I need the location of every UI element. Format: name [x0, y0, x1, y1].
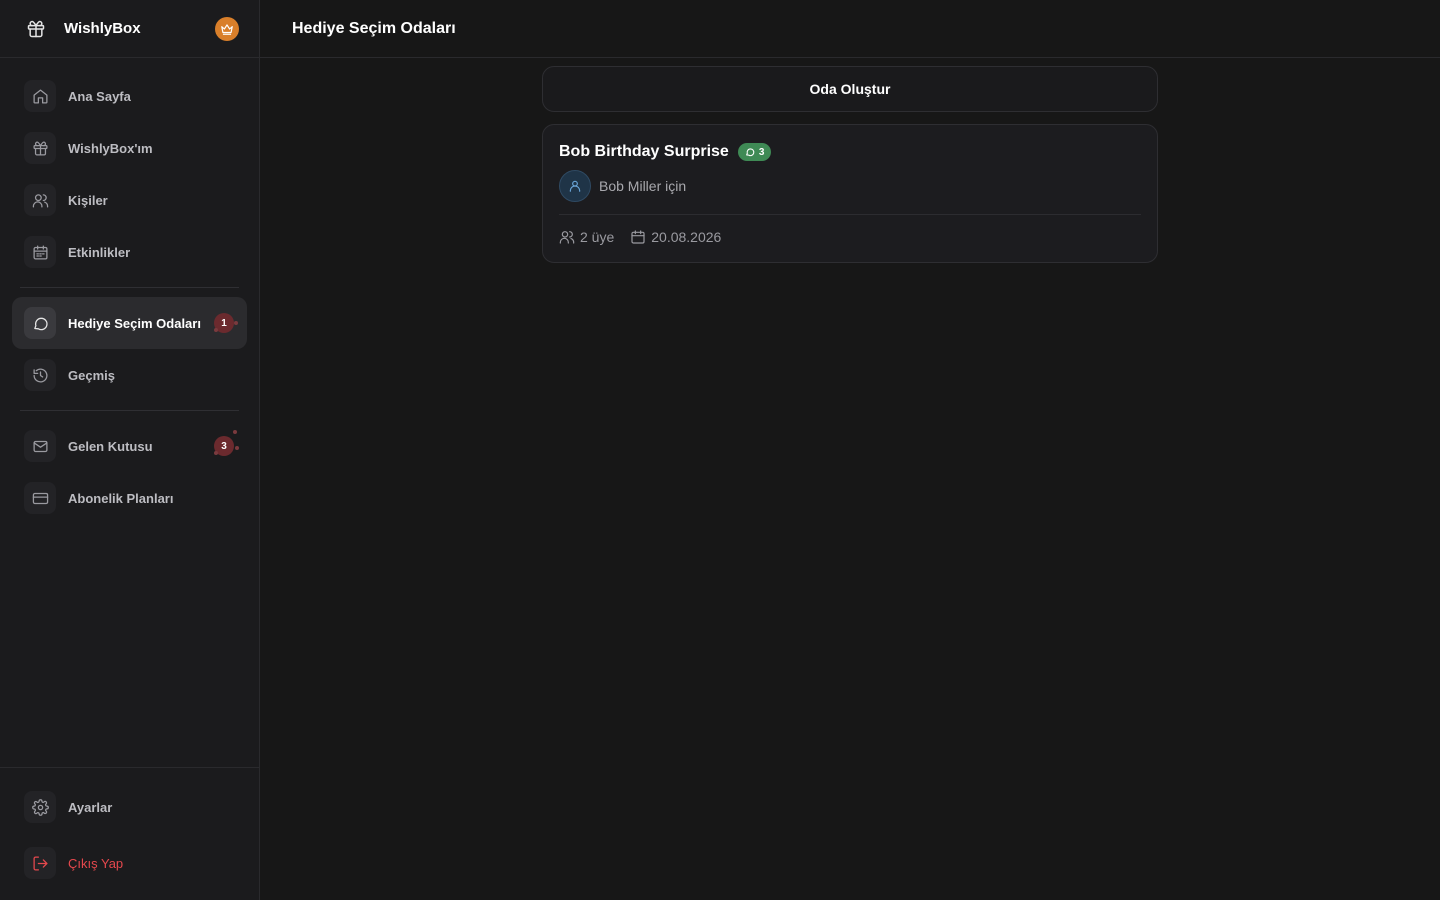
calendar-icon [631, 230, 645, 244]
crown-icon[interactable] [215, 17, 239, 41]
sidebar-nav-main: Ana Sayfa WishlyBox'ım Kişiler Etkinlikl… [12, 70, 247, 524]
badge-sparkle [235, 446, 239, 450]
user-avatar-icon [559, 170, 591, 202]
chat-icon [24, 307, 56, 339]
sidebar-item-label: Hediye Seçim Odaları [68, 315, 201, 331]
sidebar-item-gift-rooms[interactable]: Hediye Seçim Odaları 1 [12, 297, 247, 349]
badge-sparkle [214, 451, 218, 455]
sidebar-item-settings[interactable]: Ayarlar [12, 781, 247, 833]
credit-card-icon [24, 482, 56, 514]
room-date: 20.08.2026 [630, 229, 721, 245]
sidebar-divider [20, 410, 239, 411]
sidebar-bottom: Ayarlar Çıkış Yap [0, 767, 259, 889]
main-content: Oda Oluştur Bob Birthday Surprise 3 Bob … [542, 66, 1158, 263]
page-title: Hediye Seçim Odaları [292, 19, 456, 37]
calendar-icon [24, 236, 56, 268]
sidebar-item-contacts[interactable]: Kişiler [12, 174, 247, 226]
sidebar-item-label: Ayarlar [68, 799, 113, 815]
sidebar-item-label: Gelen Kutusu [68, 438, 153, 454]
card-divider [559, 214, 1141, 215]
sidebar-item-label: Kişiler [68, 192, 108, 208]
room-card[interactable]: Bob Birthday Surprise 3 Bob Miller için … [542, 124, 1158, 263]
chat-bubble-icon [745, 148, 755, 157]
sidebar-item-label: Abonelik Planları [68, 490, 174, 506]
sidebar-item-wishlybox[interactable]: WishlyBox'ım [12, 122, 247, 174]
gift-icon [24, 132, 56, 164]
badge-sparkle [234, 321, 238, 325]
users-icon [559, 231, 575, 244]
message-count-badge: 3 [737, 143, 772, 161]
gear-icon [24, 791, 56, 823]
room-card-header: Bob Birthday Surprise 3 [559, 143, 1141, 161]
badge-sparkle [233, 430, 237, 434]
sidebar-item-events[interactable]: Etkinlikler [12, 226, 247, 278]
room-recipient: Bob Miller için [559, 170, 1141, 202]
sidebar-item-inbox[interactable]: Gelen Kutusu 3 [12, 420, 247, 472]
mail-icon [24, 430, 56, 462]
badge-sparkle [214, 328, 218, 332]
page-header: Hediye Seçim Odaları [260, 0, 1440, 58]
sidebar-item-subscriptions[interactable]: Abonelik Planları [12, 472, 247, 524]
room-meta: 2 üye 20.08.2026 [559, 229, 1141, 245]
gift-logo-icon [24, 17, 48, 41]
create-room-button[interactable]: Oda Oluştur [542, 66, 1158, 112]
room-members: 2 üye [559, 229, 614, 245]
event-date: 20.08.2026 [651, 229, 722, 245]
logout-icon [24, 847, 56, 879]
recipient-name: Bob Miller için [599, 178, 687, 194]
users-icon [24, 184, 56, 216]
sidebar: WishlyBox Ana Sayfa WishlyBox'ım Kişiler [0, 0, 260, 900]
history-icon [24, 359, 56, 391]
room-title: Bob Birthday Surprise [559, 143, 729, 160]
app-name: WishlyBox [64, 20, 141, 37]
message-count: 3 [758, 146, 765, 158]
sidebar-item-logout[interactable]: Çıkış Yap [12, 837, 247, 889]
brand: WishlyBox [0, 0, 259, 58]
sidebar-nav-bottom: Ayarlar Çıkış Yap [12, 781, 247, 889]
sidebar-item-label: Geçmiş [68, 367, 115, 383]
member-count: 2 üye [580, 229, 615, 245]
sidebar-item-history[interactable]: Geçmiş [12, 349, 247, 401]
sidebar-divider [20, 287, 239, 288]
sidebar-item-label: Ana Sayfa [68, 88, 131, 104]
sidebar-item-label: Etkinlikler [68, 244, 131, 260]
sidebar-item-label: WishlyBox'ım [68, 140, 153, 156]
sidebar-item-label: Çıkış Yap [68, 855, 124, 871]
home-icon [24, 80, 56, 112]
sidebar-item-home[interactable]: Ana Sayfa [12, 70, 247, 122]
